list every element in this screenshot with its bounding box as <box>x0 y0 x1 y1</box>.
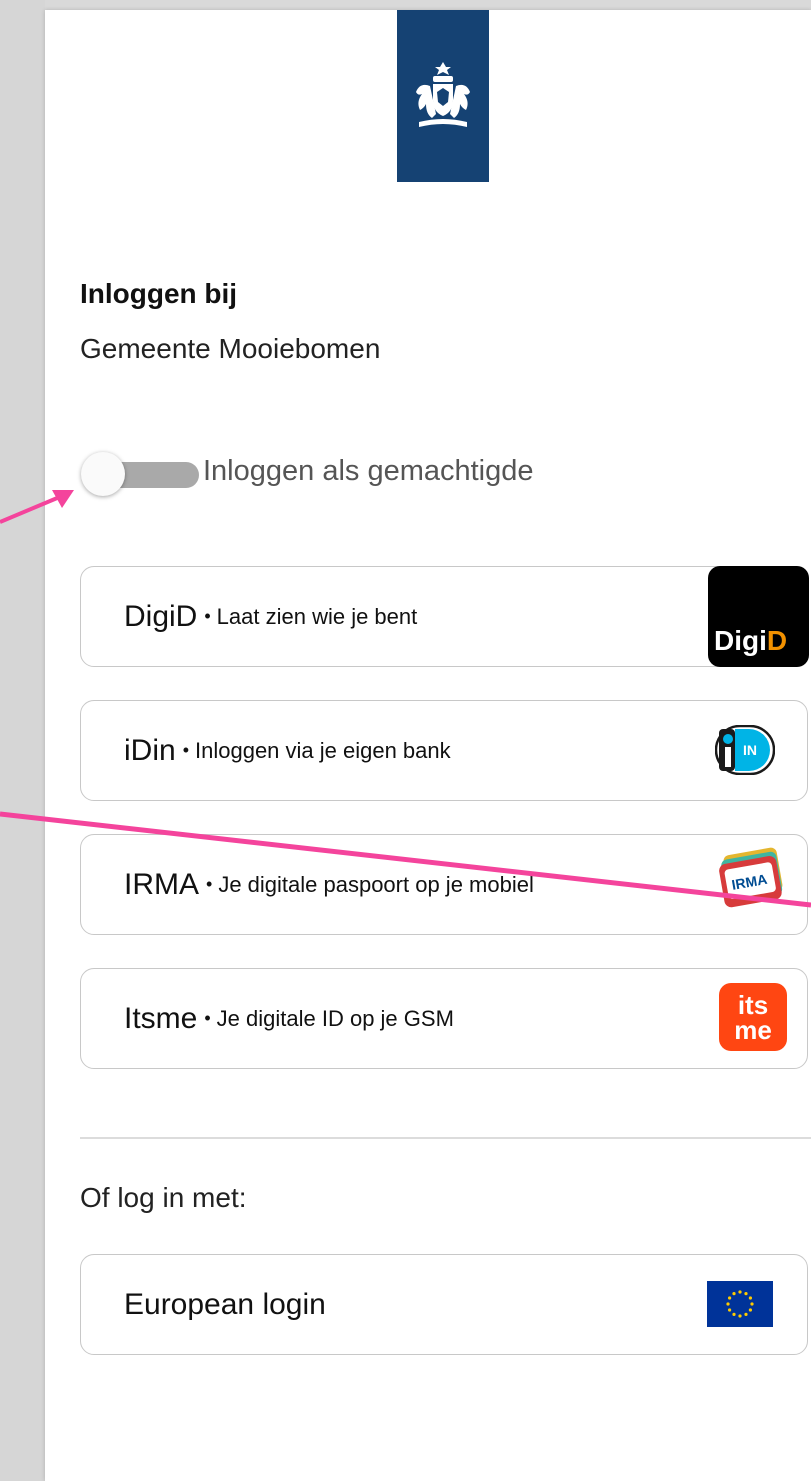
annotation-arrow-toggle <box>0 494 63 524</box>
annotation-arrows <box>0 490 811 908</box>
annotation-line-irma <box>0 811 811 908</box>
